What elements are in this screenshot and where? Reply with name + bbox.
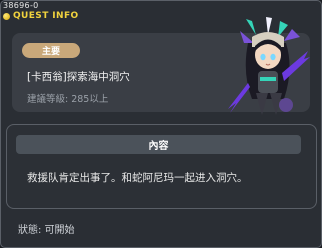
window-title-bar: QUEST INFO: [3, 10, 79, 22]
quest-bulb-icon: [3, 12, 10, 20]
window-title: QUEST INFO: [13, 11, 79, 21]
npc-portrait: [228, 17, 310, 115]
quest-status: 狀態: 可開始: [18, 225, 75, 236]
recommended-level: 建議等級: 285以上: [27, 94, 109, 105]
content-section-header: 內容: [16, 135, 301, 154]
quest-description: 救援队肯定出事了。和蛇阿尼玛一起进入洞穴。: [27, 172, 248, 184]
quest-category-badge: 主要: [22, 43, 80, 58]
quest-id-text: 38696-0: [3, 1, 39, 10]
quest-name: [卡西翁]探索海中洞穴: [27, 71, 130, 83]
